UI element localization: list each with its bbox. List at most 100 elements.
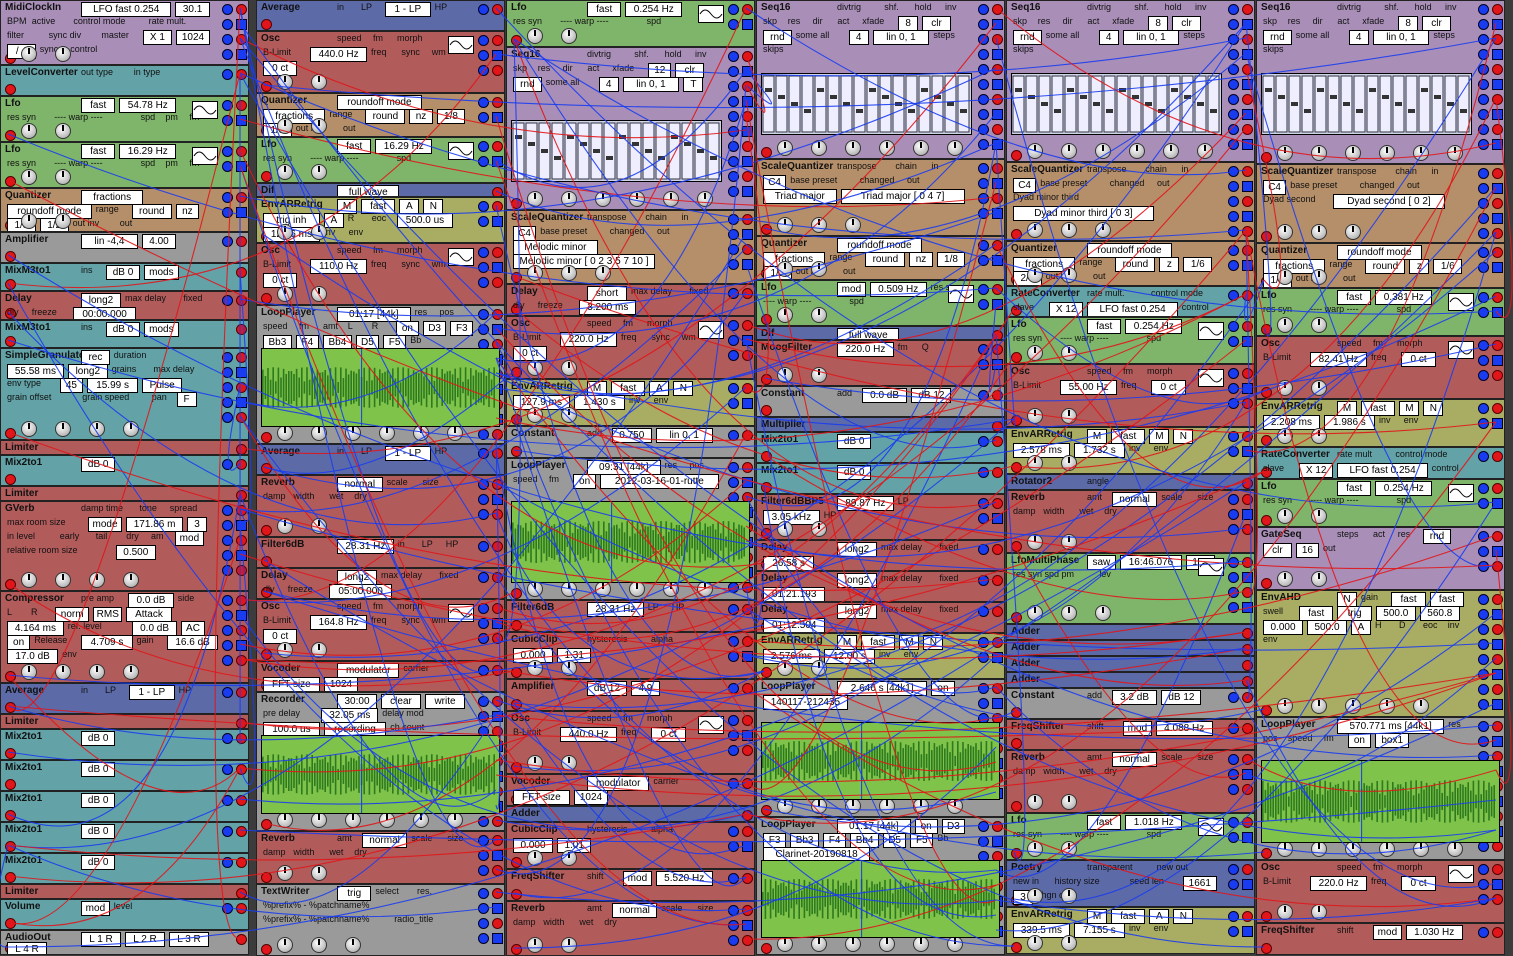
- output-jack[interactable]: [478, 201, 489, 212]
- value-display[interactable]: 220.0 Hz: [1310, 876, 1367, 891]
- input-jack[interactable]: [492, 187, 503, 196]
- output-jack[interactable]: [1478, 721, 1489, 732]
- module-limiter[interactable]: Limiter: [0, 714, 249, 729]
- output-jack[interactable]: [1242, 832, 1253, 843]
- module-reverb[interactable]: Reverb amt normal scale size damp width wet dry: [1006, 490, 1255, 553]
- param-knob[interactable]: [697, 581, 713, 597]
- value-display[interactable]: mode: [87, 517, 123, 532]
- output-jack[interactable]: [1228, 398, 1239, 409]
- input-jack[interactable]: [236, 146, 247, 157]
- output-jack[interactable]: [1492, 699, 1503, 710]
- value-display[interactable]: 89.87 Hz: [837, 496, 894, 511]
- input-jack[interactable]: [492, 479, 503, 490]
- param-knob[interactable]: [777, 261, 793, 277]
- output-jack[interactable]: [728, 4, 739, 15]
- value-display[interactable]: fast: [1337, 481, 1372, 496]
- value-display[interactable]: D5: [883, 833, 907, 848]
- input-jack[interactable]: [236, 718, 247, 728]
- param-knob[interactable]: [845, 798, 861, 814]
- module-amplifier[interactable]: Amplifier dB 12 4.9: [506, 679, 755, 711]
- value-display[interactable]: mods: [144, 322, 179, 337]
- output-jack[interactable]: [478, 216, 489, 227]
- input-jack[interactable]: [742, 604, 753, 615]
- param-knob[interactable]: [1129, 143, 1145, 159]
- input-jack[interactable]: [5, 872, 16, 883]
- value-display[interactable]: 2.646 s [44k1]: [837, 681, 928, 696]
- output-jack[interactable]: [1478, 340, 1489, 351]
- input-jack[interactable]: [1242, 557, 1253, 568]
- output-jack[interactable]: [222, 207, 233, 218]
- output-jack[interactable]: [978, 513, 989, 524]
- output-jack[interactable]: [478, 277, 489, 288]
- input-jack[interactable]: [511, 446, 522, 457]
- module-freq-shifter[interactable]: FreqShifter shift mod 4.088 Hz: [1006, 719, 1255, 750]
- input-jack[interactable]: [261, 19, 272, 30]
- input-jack[interactable]: [742, 141, 753, 152]
- input-jack[interactable]: [236, 444, 247, 454]
- input-jack[interactable]: [742, 320, 753, 331]
- value-display[interactable]: 09:31 [44k]: [587, 460, 661, 475]
- value-display[interactable]: M: [899, 635, 920, 650]
- output-jack[interactable]: [978, 178, 989, 189]
- value-display[interactable]: full wave: [837, 328, 900, 339]
- output-jack[interactable]: [222, 19, 233, 30]
- step-grid[interactable]: [1261, 73, 1472, 135]
- value-display[interactable]: roundoff mode: [7, 204, 92, 219]
- output-jack[interactable]: [1478, 292, 1489, 303]
- value-display[interactable]: N: [1423, 401, 1444, 416]
- value-display[interactable]: on: [7, 635, 31, 650]
- value-display[interactable]: 0.254 Hz: [625, 2, 683, 17]
- value-display[interactable]: dB 0: [837, 465, 872, 480]
- param-knob[interactable]: [55, 421, 71, 437]
- value-display[interactable]: normal: [1111, 492, 1158, 507]
- param-knob[interactable]: [947, 936, 963, 952]
- param-knob[interactable]: [379, 425, 395, 441]
- value-display[interactable]: 4.709 s: [81, 635, 133, 650]
- output-jack[interactable]: [222, 397, 233, 408]
- output-jack[interactable]: [1478, 639, 1489, 650]
- param-knob[interactable]: [1061, 222, 1077, 238]
- param-knob[interactable]: [345, 937, 361, 953]
- value-display[interactable]: 1 - LP: [385, 446, 431, 461]
- output-jack[interactable]: [1478, 4, 1489, 15]
- output-jack[interactable]: [1228, 864, 1239, 875]
- output-jack[interactable]: [478, 541, 489, 552]
- output-jack[interactable]: [1478, 355, 1489, 366]
- param-knob[interactable]: [1447, 145, 1463, 161]
- module-quantizer[interactable]: Quantizer roundoff mode fractions range roun…: [256, 93, 505, 137]
- value-display[interactable]: 45: [59, 378, 83, 393]
- value-display[interactable]: L 4 R: [7, 942, 47, 954]
- value-display[interactable]: 1 - LP: [385, 2, 431, 17]
- input-jack[interactable]: [236, 565, 247, 576]
- module-mix2to1[interactable]: Mix2to1 dB 0: [0, 455, 249, 486]
- input-jack[interactable]: [236, 764, 247, 775]
- value-display[interactable]: T: [683, 77, 704, 92]
- output-jack[interactable]: [978, 19, 989, 30]
- input-jack[interactable]: [1492, 451, 1503, 462]
- output-jack[interactable]: [1478, 262, 1489, 273]
- module-dif[interactable]: Dif full wave: [256, 183, 505, 197]
- param-knob[interactable]: [561, 407, 577, 423]
- value-display[interactable]: L 3 R: [169, 932, 209, 947]
- input-jack[interactable]: [261, 872, 272, 883]
- input-jack[interactable]: [492, 429, 503, 440]
- module-loop-player[interactable]: LoopPlayer 01:17 [44k] res pos speed fm amt L Ro…: [256, 305, 505, 444]
- output-jack[interactable]: [978, 139, 989, 150]
- param-knob[interactable]: [311, 518, 327, 534]
- module-seq16[interactable]: Seq16 divtrig shf. hold inv skp res dir act xfade…: [1006, 0, 1255, 162]
- input-jack[interactable]: [1242, 124, 1253, 135]
- value-display[interactable]: 28.31 Hz: [337, 539, 394, 554]
- value-display[interactable]: 12: [648, 63, 672, 78]
- output-jack[interactable]: [478, 448, 489, 459]
- param-knob[interactable]: [811, 307, 827, 323]
- value-display[interactable]: 1/6: [1433, 259, 1463, 274]
- output-jack[interactable]: [478, 112, 489, 123]
- value-display[interactable]: box1: [1375, 733, 1410, 748]
- value-display[interactable]: Dyad minor third [ 0 3]: [1013, 206, 1154, 221]
- output-jack[interactable]: [728, 214, 739, 225]
- input-jack[interactable]: [1242, 34, 1253, 45]
- input-jack[interactable]: [1011, 612, 1022, 623]
- param-knob[interactable]: [1027, 267, 1043, 283]
- input-jack[interactable]: [1242, 784, 1253, 795]
- value-display[interactable]: mod: [81, 901, 110, 916]
